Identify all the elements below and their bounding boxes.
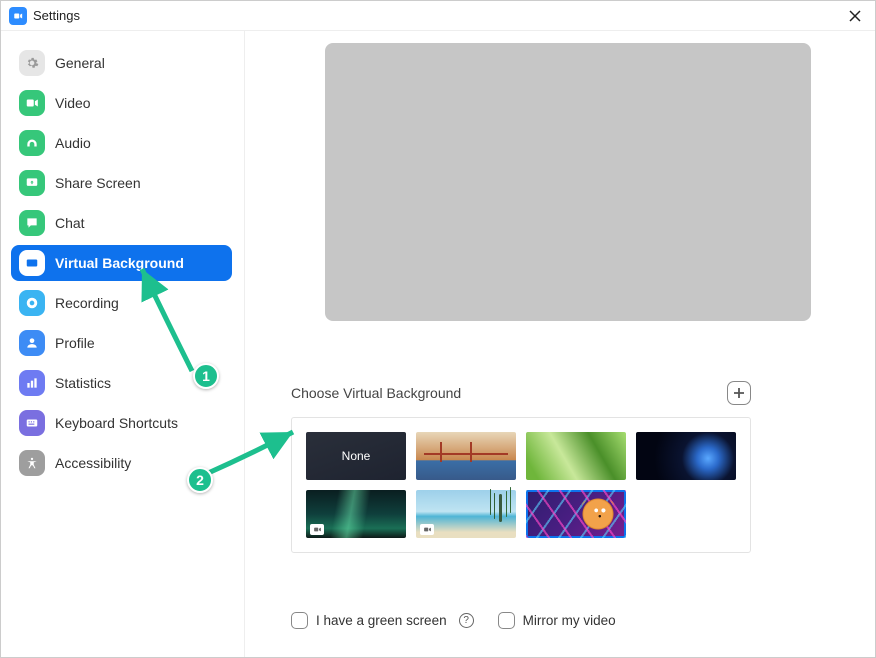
green-screen-checkbox[interactable]: I have a green screen ? [291, 612, 474, 629]
close-icon [849, 10, 861, 22]
chat-icon [19, 210, 45, 236]
content-panel: Choose Virtual Background None I have a … [245, 31, 875, 657]
video-preview [325, 43, 811, 321]
choose-label: Choose Virtual Background [291, 385, 461, 401]
video-badge-icon [310, 524, 324, 535]
bg-thumb-none[interactable]: None [306, 432, 406, 480]
settings-window: Settings General Video Audio Share Screen Ch… [0, 0, 876, 658]
window-title: Settings [33, 8, 80, 23]
add-background-button[interactable] [727, 381, 751, 405]
background-thumbnails: None [291, 417, 751, 553]
general-icon [19, 50, 45, 76]
sidebar-item-label: Recording [55, 295, 119, 311]
help-icon[interactable]: ? [459, 613, 474, 628]
checkbox-icon [498, 612, 515, 629]
body: General Video Audio Share Screen Chat Virtual… [1, 31, 875, 657]
sidebar: General Video Audio Share Screen Chat Virtual… [1, 31, 245, 657]
sidebar-item-label: Statistics [55, 375, 111, 391]
sidebar-item-label: General [55, 55, 105, 71]
footer-options: I have a green screen ? Mirror my video [291, 612, 851, 637]
checkbox-icon [291, 612, 308, 629]
vbg-icon [19, 250, 45, 276]
sidebar-item-share[interactable]: Share Screen [11, 165, 232, 201]
app-icon [9, 7, 27, 25]
sidebar-item-label: Keyboard Shortcuts [55, 415, 178, 431]
sidebar-item-stats[interactable]: Statistics [11, 365, 232, 401]
sidebar-item-label: Virtual Background [55, 255, 184, 271]
sidebar-item-label: Video [55, 95, 91, 111]
sidebar-item-audio[interactable]: Audio [11, 125, 232, 161]
green-screen-label: I have a green screen [316, 613, 447, 628]
sidebar-item-vbg[interactable]: Virtual Background [11, 245, 232, 281]
bg-thumb-grass[interactable] [526, 432, 626, 480]
audio-icon [19, 130, 45, 156]
sidebar-item-label: Chat [55, 215, 85, 231]
mirror-video-label: Mirror my video [523, 613, 616, 628]
profile-icon [19, 330, 45, 356]
plus-icon [733, 387, 745, 399]
sidebar-item-recording[interactable]: Recording [11, 285, 232, 321]
bg-thumb-earth[interactable] [636, 432, 736, 480]
choose-row: Choose Virtual Background [291, 381, 751, 405]
recording-icon [19, 290, 45, 316]
sidebar-item-label: Profile [55, 335, 95, 351]
titlebar: Settings [1, 1, 875, 31]
bg-thumb-bridge[interactable] [416, 432, 516, 480]
sidebar-item-label: Accessibility [55, 455, 131, 471]
bg-thumb-beach[interactable] [416, 490, 516, 538]
sidebar-item-general[interactable]: General [11, 45, 232, 81]
sidebar-item-chat[interactable]: Chat [11, 205, 232, 241]
sidebar-item-shortcuts[interactable]: Keyboard Shortcuts [11, 405, 232, 441]
bg-thumb-aurora[interactable] [306, 490, 406, 538]
bg-thumb-tiger[interactable] [526, 490, 626, 538]
sidebar-item-profile[interactable]: Profile [11, 325, 232, 361]
mirror-video-checkbox[interactable]: Mirror my video [498, 612, 616, 629]
shortcuts-icon [19, 410, 45, 436]
video-icon [19, 90, 45, 116]
bg-thumb-none-label: None [342, 449, 371, 463]
sidebar-item-label: Audio [55, 135, 91, 151]
stats-icon [19, 370, 45, 396]
share-icon [19, 170, 45, 196]
video-badge-icon [420, 524, 434, 535]
sidebar-item-video[interactable]: Video [11, 85, 232, 121]
close-button[interactable] [843, 4, 867, 28]
sidebar-item-label: Share Screen [55, 175, 141, 191]
a11y-icon [19, 450, 45, 476]
sidebar-item-a11y[interactable]: Accessibility [11, 445, 232, 481]
